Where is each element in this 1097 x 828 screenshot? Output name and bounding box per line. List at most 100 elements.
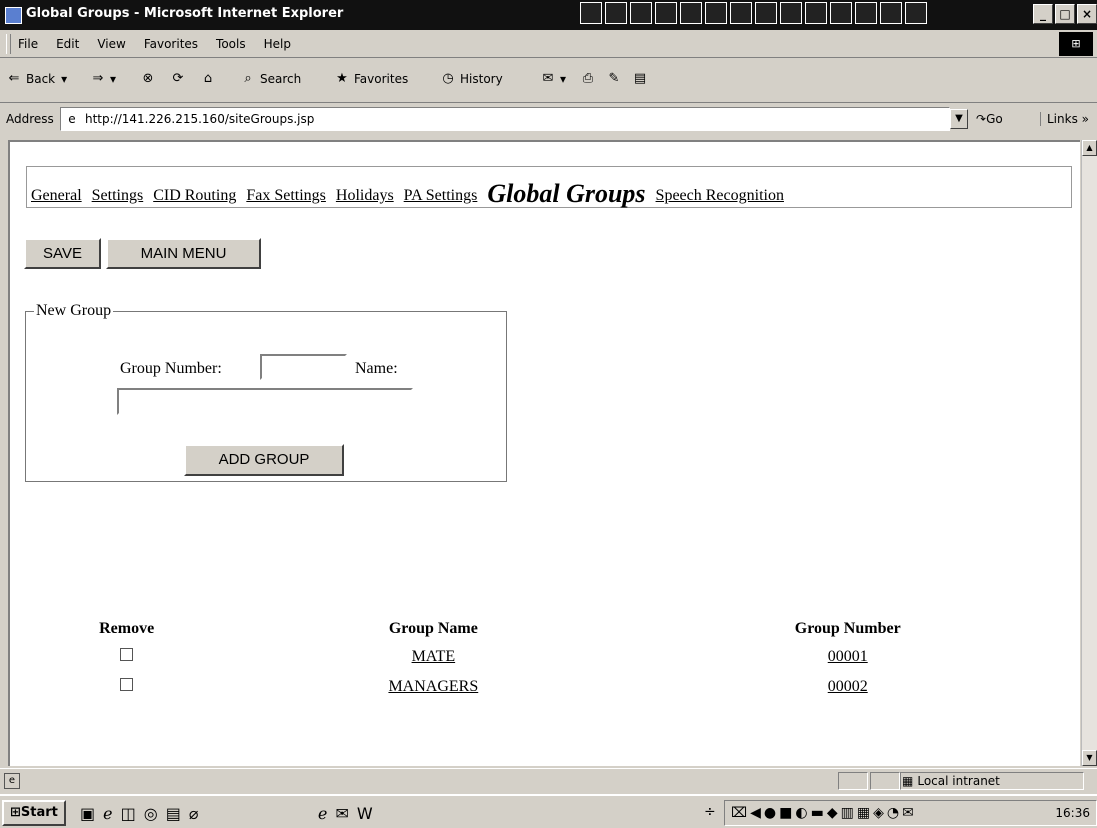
tray-icon[interactable]: ◈ xyxy=(873,805,884,821)
tray-icon[interactable]: ▥ xyxy=(841,805,854,821)
mail-icon[interactable]: ✉ xyxy=(902,805,914,821)
maximize-button[interactable]: □ xyxy=(1055,4,1075,24)
tray-icon[interactable]: ▬ xyxy=(811,805,824,821)
nav-link-pa-settings[interactable]: PA Settings xyxy=(404,187,478,204)
tray-icon[interactable]: ◐ xyxy=(795,805,807,821)
nav-link-holidays[interactable]: Holidays xyxy=(336,187,394,204)
menu-file[interactable]: File xyxy=(18,37,38,51)
home-button[interactable]: ⌂ xyxy=(200,71,220,87)
print-button[interactable]: ⎙ xyxy=(580,71,600,87)
group-number-link[interactable]: 00001 xyxy=(828,648,868,665)
quick-launch-icon[interactable]: ◫ xyxy=(121,804,136,823)
app-icon[interactable] xyxy=(905,2,927,24)
tray-icon[interactable]: ▦ xyxy=(857,805,870,821)
app-icon[interactable] xyxy=(780,2,802,24)
status-panel xyxy=(870,772,900,790)
speaker-icon[interactable]: ◀ xyxy=(750,805,761,821)
browser-icon[interactable]: ℯ xyxy=(103,804,112,823)
app-icon[interactable] xyxy=(805,2,827,24)
app-icon[interactable] xyxy=(605,2,627,24)
menu-edit[interactable]: Edit xyxy=(56,37,79,51)
column-header-group-name: Group Name xyxy=(388,620,478,637)
tray-icon[interactable]: ◆ xyxy=(827,805,838,821)
taskbar-grip-icon[interactable]: ÷ xyxy=(704,804,716,820)
nav-link-fax-settings[interactable]: Fax Settings xyxy=(246,187,326,204)
vertical-scrollbar[interactable]: ▲ ▼ xyxy=(1081,140,1097,766)
back-button[interactable]: ⇐ Back ▾ xyxy=(6,71,68,87)
column-header-remove: Remove xyxy=(99,620,155,637)
add-group-button[interactable]: ADD GROUP xyxy=(184,444,344,476)
document-icon: ▤ xyxy=(633,71,647,86)
main-menu-button[interactable]: MAIN MENU xyxy=(106,238,261,269)
remove-checkbox[interactable] xyxy=(120,648,134,661)
dropdown-arrow-icon[interactable]: ▾ xyxy=(110,72,116,86)
nav-link-speech-recognition[interactable]: Speech Recognition xyxy=(656,187,784,204)
ie-icon xyxy=(5,7,22,24)
quick-launch-icon[interactable]: ▣ xyxy=(80,804,95,823)
minimize-button[interactable]: _ xyxy=(1033,4,1053,24)
app-icon[interactable] xyxy=(680,2,702,24)
search-button[interactable]: ⌕ Search xyxy=(240,71,301,87)
go-button[interactable]: ↷Go xyxy=(976,112,1003,126)
start-button[interactable]: ⊞Start xyxy=(2,800,66,826)
quick-launch-icon[interactable]: ▤ xyxy=(166,804,181,823)
group-name-link[interactable]: MATE xyxy=(412,648,456,665)
save-button[interactable]: SAVE xyxy=(24,238,101,269)
nav-link-cid-routing[interactable]: CID Routing xyxy=(153,187,236,204)
group-number-input[interactable] xyxy=(260,354,347,380)
tray-icon[interactable]: ● xyxy=(764,805,776,821)
edit-button[interactable]: ✎ xyxy=(606,71,626,87)
tray-icon[interactable]: ⌧ xyxy=(731,805,747,821)
mail-task-icon[interactable]: ✉ xyxy=(335,804,348,823)
dropdown-arrow-icon[interactable]: ▾ xyxy=(61,72,67,86)
name-input[interactable] xyxy=(117,388,413,415)
window-controls: _ □ × xyxy=(1033,4,1097,24)
mail-button[interactable]: ✉ ▾ xyxy=(540,71,566,87)
nav-link-general[interactable]: General xyxy=(31,187,82,204)
group-number-link[interactable]: 00002 xyxy=(828,678,868,695)
group-name-link[interactable]: MANAGERS xyxy=(388,678,478,695)
stop-button[interactable]: ⊗ xyxy=(140,71,160,87)
links-button[interactable]: Links » xyxy=(1040,112,1089,126)
history-label: History xyxy=(460,72,503,86)
app-icon[interactable] xyxy=(830,2,852,24)
history-button[interactable]: ◷ History xyxy=(440,71,503,87)
tray-icon[interactable]: ■ xyxy=(779,805,792,821)
menu-view[interactable]: View xyxy=(97,37,125,51)
refresh-button[interactable]: ⟳ xyxy=(170,71,190,87)
forward-button[interactable]: ⇒ ▾ xyxy=(90,71,116,87)
app-icon[interactable] xyxy=(730,2,752,24)
app-icon[interactable] xyxy=(855,2,877,24)
app-icon[interactable] xyxy=(630,2,652,24)
address-url[interactable]: http://141.226.215.160/siteGroups.jsp xyxy=(85,112,314,126)
menu-tools[interactable]: Tools xyxy=(216,37,246,51)
go-arrow-icon: ↷ xyxy=(976,112,987,126)
scroll-down-arrow-icon[interactable]: ▼ xyxy=(1082,750,1097,766)
app-icon[interactable] xyxy=(755,2,777,24)
browser-task-icon[interactable]: ℯ xyxy=(318,804,327,823)
address-input[interactable]: e http://141.226.215.160/siteGroups.jsp xyxy=(60,107,950,131)
app-icon[interactable] xyxy=(580,2,602,24)
app-icon[interactable] xyxy=(655,2,677,24)
close-button[interactable]: × xyxy=(1077,4,1097,24)
discuss-button[interactable]: ▤ xyxy=(632,71,652,87)
app-icon[interactable] xyxy=(705,2,727,24)
nav-link-settings[interactable]: Settings xyxy=(92,187,144,204)
links-label: Links xyxy=(1047,112,1078,126)
scroll-up-arrow-icon[interactable]: ▲ xyxy=(1082,140,1097,156)
quick-launch-icon[interactable]: ◎ xyxy=(144,804,158,823)
standard-toolbar: ⇐ Back ▾ ⇒ ▾ ⊗ ⟳ ⌂ ⌕ Search ★ Favorites … xyxy=(0,59,1097,103)
favorites-button[interactable]: ★ Favorites xyxy=(334,71,408,87)
tray-icon[interactable]: ◔ xyxy=(887,805,899,821)
address-dropdown-icon[interactable]: ▼ xyxy=(950,109,968,129)
toolbar-grip[interactable] xyxy=(6,34,11,54)
start-label: Start xyxy=(20,805,58,820)
word-task-icon[interactable]: W xyxy=(357,804,373,823)
menu-help[interactable]: Help xyxy=(264,37,291,51)
address-bar: Address e http://141.226.215.160/siteGro… xyxy=(0,104,1097,134)
remove-checkbox[interactable] xyxy=(120,678,134,691)
table-row: MATE 00001 xyxy=(10,642,1072,672)
app-icon[interactable] xyxy=(880,2,902,24)
menu-favorites[interactable]: Favorites xyxy=(144,37,198,51)
quick-launch-icon[interactable]: ⌀ xyxy=(189,804,199,823)
